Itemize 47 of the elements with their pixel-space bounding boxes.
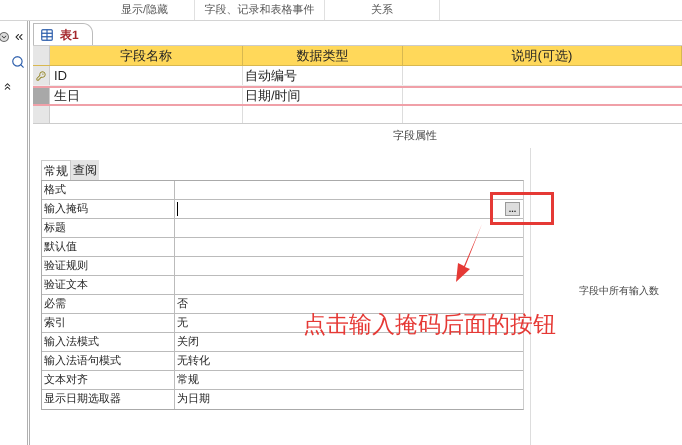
property-label: 文本对齐 bbox=[44, 372, 88, 388]
property-label: 输入法模式 bbox=[44, 334, 99, 350]
column-header: 数据类型 bbox=[296, 46, 348, 65]
property-label: 默认值 bbox=[44, 240, 77, 255]
annotation-text: 点击输入掩码后面的按钮 bbox=[303, 312, 556, 338]
document-tab[interactable]: 表1 bbox=[33, 23, 93, 45]
property-value[interactable]: 常规 bbox=[177, 372, 199, 388]
column-header: 说明(可选) bbox=[512, 46, 572, 65]
field-row[interactable]: ID 自动编号 bbox=[33, 66, 682, 86]
property-label: 验证文本 bbox=[44, 278, 88, 293]
collapse-icon[interactable] bbox=[13, 31, 25, 43]
section-title: 字段属性 bbox=[393, 128, 437, 144]
data-type-cell[interactable]: 日期/时间 bbox=[245, 86, 301, 106]
property-label: 验证规则 bbox=[44, 258, 88, 274]
highlight-rectangle bbox=[490, 192, 554, 225]
property-value[interactable]: 无转化 bbox=[177, 352, 210, 370]
search-icon[interactable] bbox=[11, 55, 25, 69]
dropdown-icon[interactable] bbox=[0, 32, 9, 42]
property-label: 输入法语句模式 bbox=[44, 354, 121, 369]
chevrons-up-icon[interactable] bbox=[2, 81, 13, 92]
field-name-cell[interactable]: 生日 bbox=[54, 86, 80, 106]
property-label: 显示日期选取器 bbox=[44, 392, 121, 408]
property-value[interactable]: 关闭 bbox=[177, 334, 199, 350]
help-text: 字段中所有输入数 bbox=[579, 286, 659, 297]
empty-field-row[interactable] bbox=[33, 106, 682, 124]
property-label: 格式 bbox=[44, 182, 66, 198]
property-tab[interactable]: 常规 bbox=[41, 160, 71, 180]
property-label: 标题 bbox=[44, 220, 66, 236]
field-row[interactable]: 生日 日期/时间 bbox=[33, 86, 682, 106]
property-label: 必需 bbox=[44, 296, 66, 312]
data-type-cell[interactable]: 自动编号 bbox=[245, 66, 297, 86]
ribbon-group-label: 显示/隐藏 bbox=[120, 2, 168, 18]
field-name-cell[interactable]: ID bbox=[54, 66, 67, 86]
builder-button[interactable]: ... bbox=[505, 202, 520, 216]
property-tab[interactable]: 查阅 bbox=[71, 160, 99, 180]
key-icon bbox=[36, 70, 46, 80]
property-value[interactable]: 否 bbox=[177, 296, 188, 312]
row-selector[interactable] bbox=[33, 66, 50, 85]
property-label: 输入掩码 bbox=[44, 202, 88, 217]
table-icon bbox=[40, 28, 54, 42]
property-value[interactable]: 为日期 bbox=[177, 391, 210, 408]
ribbon-group-label: 字段、记录和表格事件 bbox=[204, 2, 314, 18]
property-value[interactable]: 无 bbox=[177, 314, 188, 332]
column-header: 字段名称 bbox=[120, 46, 172, 65]
ribbon-group-label: 关系 bbox=[371, 2, 393, 18]
property-label: 索引 bbox=[44, 316, 66, 331]
text-cursor bbox=[177, 202, 178, 216]
